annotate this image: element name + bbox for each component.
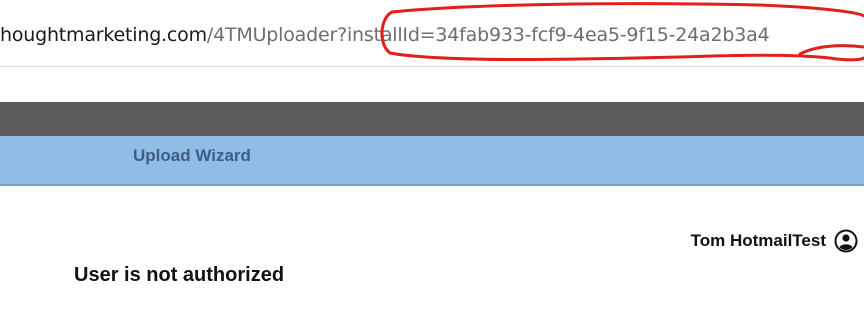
user-name[interactable]: Tom HotmailTest [691, 231, 826, 251]
address-bar[interactable]: houghtmarketing.com/4TMUploader?installI… [0, 0, 864, 67]
user-menu[interactable]: Tom HotmailTest [691, 228, 858, 254]
url-query: ?installId=34fab933-fcf9-4ea5-9f15-24a2b… [337, 24, 770, 46]
user-circle-icon[interactable] [834, 229, 858, 253]
url-text[interactable]: houghtmarketing.com/4TMUploader?installI… [0, 21, 864, 49]
header-bar [0, 102, 864, 136]
page: houghtmarketing.com/4TMUploader?installI… [0, 0, 864, 331]
nav-bar: Upload Wizard [0, 136, 864, 186]
url-host: houghtmarketing.com [0, 24, 207, 46]
error-message: User is not authorized [74, 264, 285, 286]
tab-upload-wizard[interactable]: Upload Wizard [133, 136, 251, 184]
url-path: /4TMUploader [206, 24, 338, 46]
